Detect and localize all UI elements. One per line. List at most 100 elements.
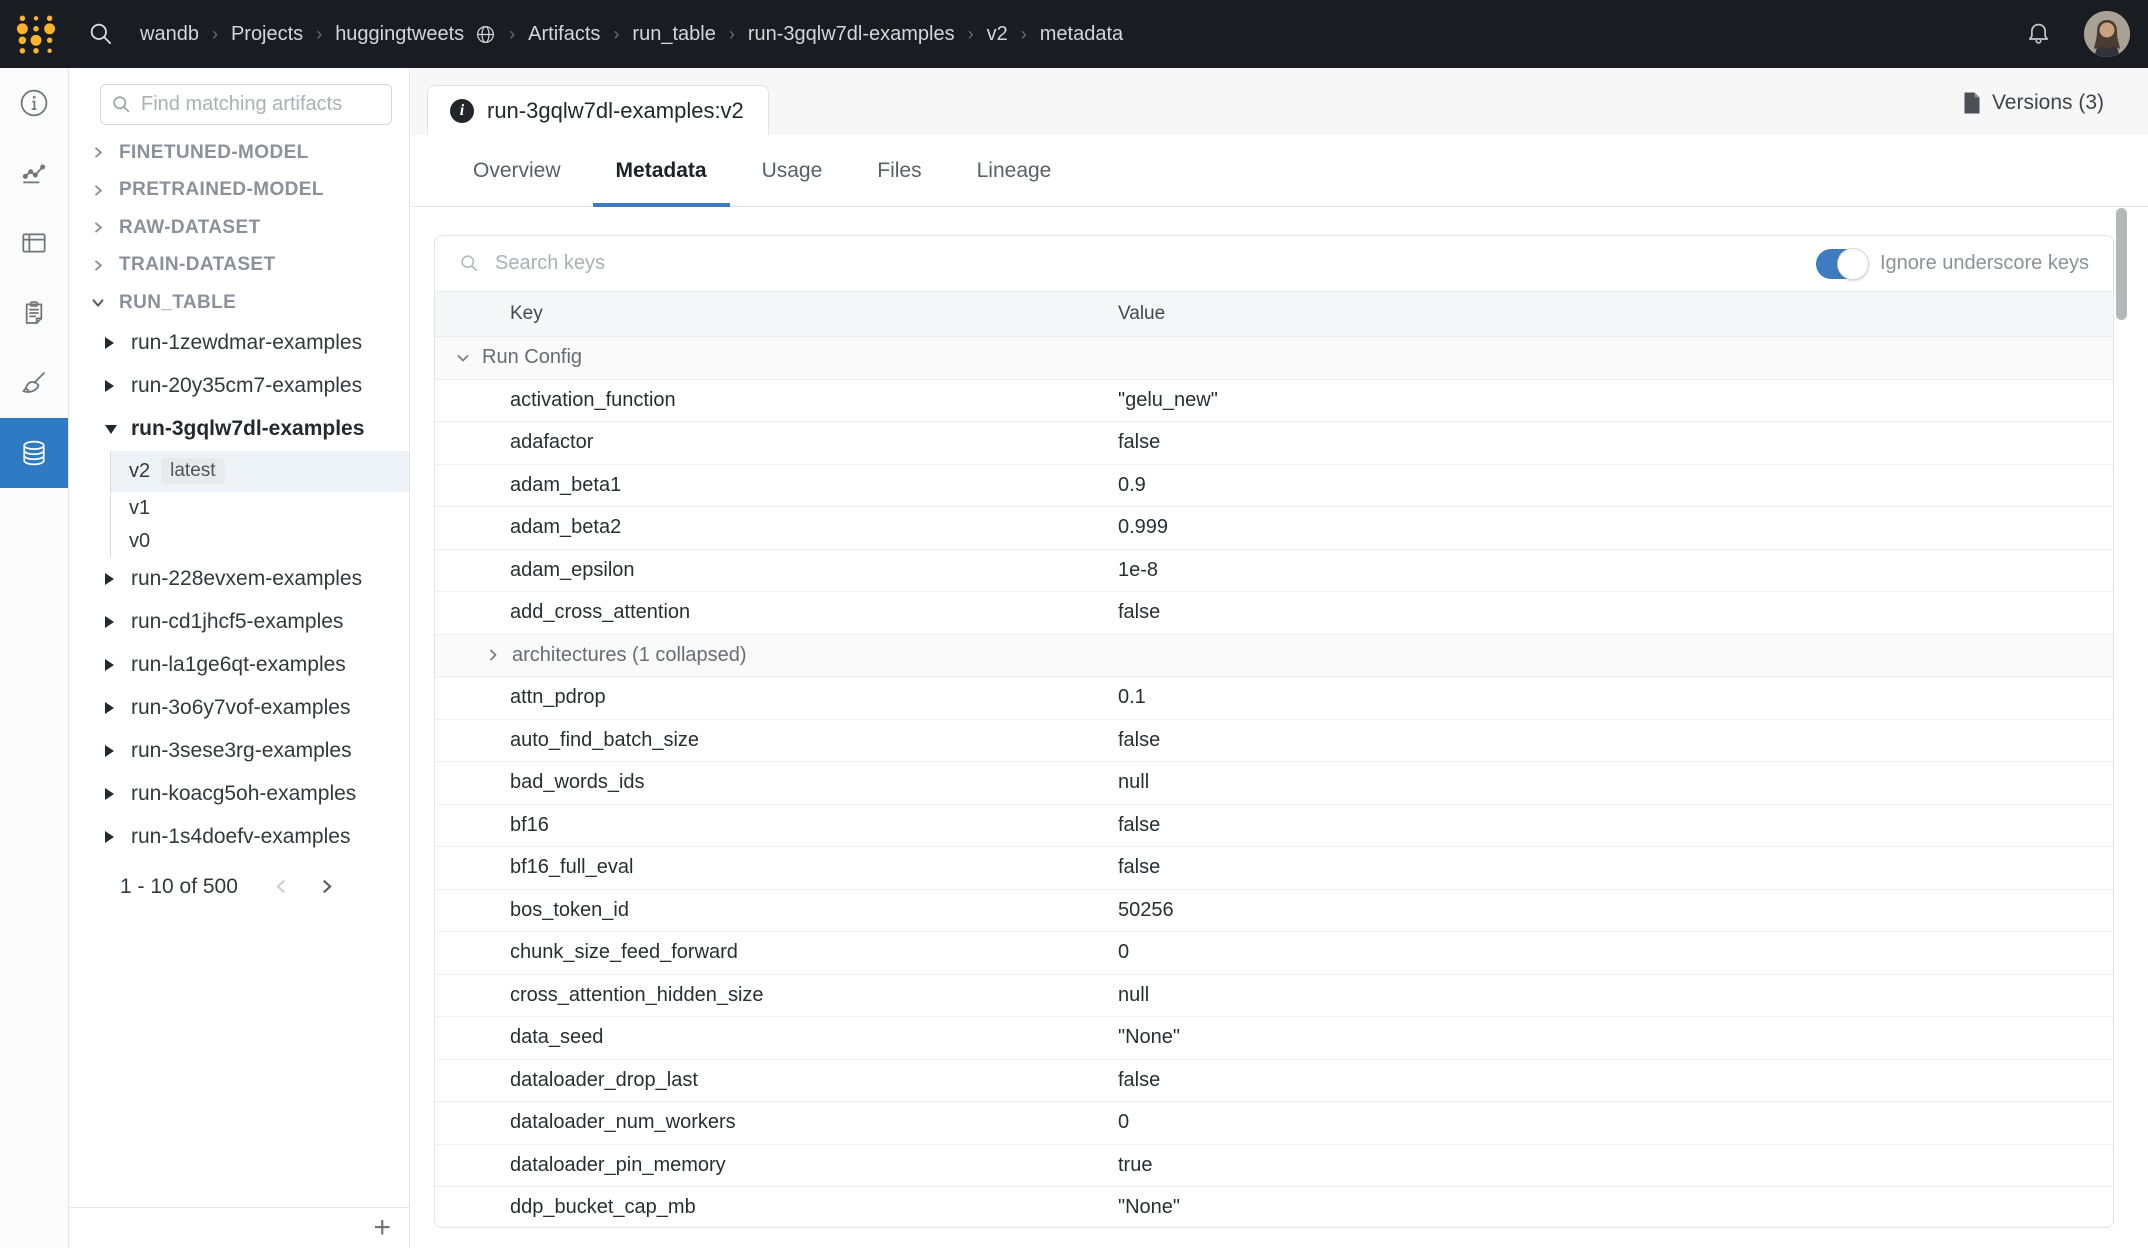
rail-reports-icon[interactable] <box>0 278 68 348</box>
sidebar-run-item[interactable]: run-3gqlw7dl-examples <box>69 408 409 451</box>
metadata-key: adafactor <box>435 431 1118 454</box>
breadcrumb-item[interactable]: metadata <box>1040 23 1123 46</box>
sidebar-run-item[interactable]: run-3sese3rg-examples <box>69 730 409 773</box>
metadata-panel: Ignore underscore keys Key Value Run Con… <box>434 235 2114 1228</box>
triangle-right-icon <box>105 831 117 843</box>
version-item[interactable]: v0 <box>111 525 409 558</box>
user-avatar[interactable] <box>2084 11 2130 57</box>
chevron-right-icon <box>485 647 501 663</box>
metadata-row: dataloader_pin_memorytrue <box>435 1145 2113 1188</box>
tab-usage[interactable]: Usage <box>739 135 846 206</box>
tab-lineage[interactable]: Lineage <box>954 135 1075 206</box>
version-label: v0 <box>129 530 150 553</box>
sidebar-run-item[interactable]: run-la1ge6qt-examples <box>69 644 409 687</box>
metadata-group-row[interactable]: architectures (1 collapsed) <box>435 635 2113 678</box>
breadcrumb-item[interactable]: Artifacts <box>528 23 600 46</box>
metadata-row: data_seed"None" <box>435 1017 2113 1060</box>
metadata-rows: Run Configactivation_function"gelu_new"a… <box>435 337 2113 1228</box>
sidebar-run-item[interactable]: run-3o6y7vof-examples <box>69 687 409 730</box>
breadcrumb-item[interactable]: Projects <box>231 23 303 46</box>
rail-tables-icon[interactable] <box>0 208 68 278</box>
search-icon <box>111 94 132 115</box>
artifact-version-tab[interactable]: i run-3gqlw7dl-examples:v2 <box>427 85 769 135</box>
tab-metadata[interactable]: Metadata <box>593 135 730 206</box>
metadata-row: cross_attention_hidden_sizenull <box>435 975 2113 1018</box>
key-column-header: Key <box>435 303 1118 325</box>
breadcrumb-item[interactable]: v2 <box>987 23 1008 46</box>
sidebar-run-item[interactable]: run-228evxem-examples <box>69 558 409 601</box>
triangle-right-icon <box>105 573 117 585</box>
category-label: FINETUNED-MODEL <box>119 142 309 164</box>
metadata-row: bos_token_id50256 <box>435 890 2113 933</box>
metadata-row: adam_epsilon1e-8 <box>435 550 2113 593</box>
page-next-icon[interactable] <box>317 877 336 896</box>
breadcrumb-separator: › <box>968 24 974 45</box>
metadata-value: null <box>1118 771 2113 794</box>
metadata-key: bf16_full_eval <box>435 856 1118 879</box>
group-label: Run Config <box>482 346 582 369</box>
rail-sweeps-icon[interactable] <box>0 348 68 418</box>
metadata-row: adam_beta20.999 <box>435 507 2113 550</box>
metadata-value: "None" <box>1118 1196 2113 1219</box>
metadata-key: bad_words_ids <box>435 771 1118 794</box>
metadata-row: auto_find_batch_sizefalse <box>435 720 2113 763</box>
breadcrumb-item[interactable]: run_table <box>632 23 715 46</box>
artifact-search-box[interactable] <box>100 84 392 125</box>
category-label: RAW-DATASET <box>119 217 261 239</box>
artifact-search-input[interactable] <box>139 92 381 117</box>
version-list: v2latestv1 v0 <box>110 451 409 558</box>
sidebar-category-finetuned-model[interactable]: FINETUNED-MODEL <box>69 134 409 172</box>
metadata-key: adam_beta2 <box>435 516 1118 539</box>
metadata-key: bf16 <box>435 814 1118 837</box>
metadata-key: chunk_size_feed_forward <box>435 941 1118 964</box>
sidebar-run-item[interactable]: run-koacg5oh-examples <box>69 773 409 816</box>
sidebar-category-pretrained-model[interactable]: PRETRAINED-MODEL <box>69 172 409 210</box>
value-column-header: Value <box>1118 303 2113 325</box>
artifact-tabs: OverviewMetadataUsageFilesLineage <box>411 135 2148 207</box>
metadata-value: false <box>1118 856 2113 879</box>
top-navbar: wandb›Projects›huggingtweets›Artifacts›r… <box>0 0 2148 68</box>
sidebar-category-raw-dataset[interactable]: RAW-DATASET <box>69 209 409 247</box>
version-item[interactable]: v2latest <box>111 451 409 492</box>
metadata-row: chunk_size_feed_forward0 <box>435 932 2113 975</box>
chevron-right-icon <box>90 146 106 159</box>
sidebar-category-run_table[interactable]: RUN_TABLE <box>69 284 409 322</box>
wandb-logo-icon[interactable] <box>14 11 58 57</box>
run-label: run-3o6y7vof-examples <box>131 696 350 720</box>
metadata-value: 0.9 <box>1118 474 2113 497</box>
rail-artifacts-icon[interactable] <box>0 418 68 488</box>
page-scrollbar-thumb[interactable] <box>2116 208 2127 320</box>
sidebar-category-train-dataset[interactable]: TRAIN-DATASET <box>69 247 409 285</box>
metadata-row: dataloader_drop_lastfalse <box>435 1060 2113 1103</box>
tab-overview[interactable]: Overview <box>450 135 584 206</box>
main-content: i run-3gqlw7dl-examples:v2 Versions (3) … <box>411 68 2148 1248</box>
search-keys-input[interactable] <box>493 251 1803 276</box>
metadata-key: cross_attention_hidden_size <box>435 984 1118 1007</box>
version-item[interactable]: v1 <box>111 492 409 525</box>
globe-icon <box>475 24 496 45</box>
metadata-key: activation_function <box>435 389 1118 412</box>
breadcrumb-item[interactable]: run-3gqlw7dl-examples <box>748 23 955 46</box>
notifications-bell-icon[interactable] <box>2025 21 2052 48</box>
sidebar-run-item[interactable]: run-1zewdmar-examples <box>69 322 409 365</box>
breadcrumb-item[interactable]: huggingtweets <box>335 23 464 46</box>
versions-button[interactable]: Versions (3) <box>1956 85 2110 121</box>
global-search-icon[interactable] <box>88 21 114 47</box>
rail-overview-info-icon[interactable] <box>0 68 68 138</box>
metadata-group-row[interactable]: Run Config <box>435 337 2113 380</box>
metadata-toolbar: Ignore underscore keys <box>435 236 2113 291</box>
triangle-right-icon <box>105 702 117 714</box>
pagination-label: 1 - 10 of 500 <box>120 875 238 899</box>
page-prev-icon[interactable] <box>272 877 291 896</box>
run-label: run-cd1jhcf5-examples <box>131 610 343 634</box>
add-artifact-plus-icon[interactable]: + <box>373 1215 391 1241</box>
ignore-underscore-toggle[interactable] <box>1816 249 1867 279</box>
sidebar-run-item[interactable]: run-20y35cm7-examples <box>69 365 409 408</box>
metadata-key: dataloader_num_workers <box>435 1111 1118 1134</box>
sidebar-run-item[interactable]: run-1s4doefv-examples <box>69 816 409 859</box>
rail-charts-icon[interactable] <box>0 138 68 208</box>
sidebar-run-item[interactable]: run-cd1jhcf5-examples <box>69 601 409 644</box>
breadcrumb-item[interactable]: wandb <box>140 23 199 46</box>
document-icon <box>1962 91 1982 115</box>
tab-files[interactable]: Files <box>854 135 944 206</box>
